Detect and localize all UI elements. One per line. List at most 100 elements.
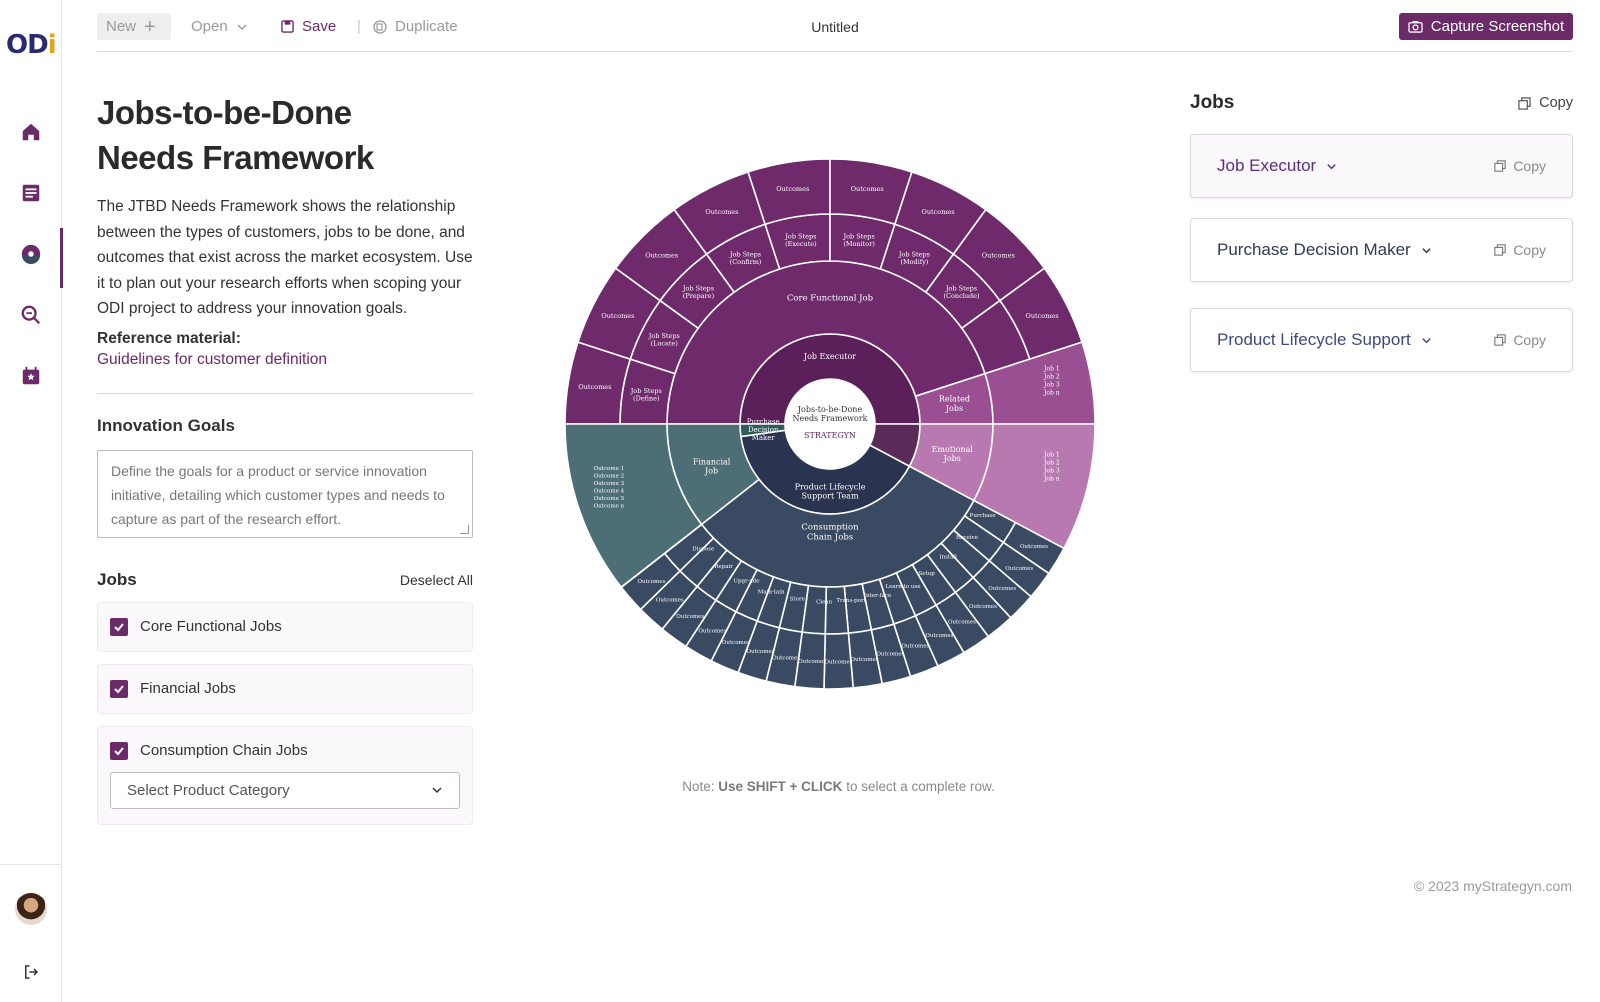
emotional-job-item: Job 2 xyxy=(1043,460,1060,467)
capture-label: Capture Screenshot xyxy=(1430,18,1565,35)
duplicate-button[interactable]: Duplicate xyxy=(373,13,458,40)
financial-outcome-item: Outcome n xyxy=(594,504,625,510)
consumption-chain-step-label: Learn to use xyxy=(885,584,920,590)
consumption-step-segment[interactable] xyxy=(824,585,850,635)
home-icon[interactable] xyxy=(16,117,46,147)
checkbox-checked-icon[interactable] xyxy=(110,679,128,698)
consumption-outcome-label: Outcomes xyxy=(722,640,750,646)
save-icon xyxy=(281,20,294,33)
note-suffix: to select a complete row. xyxy=(846,779,995,794)
innovation-goals-title: Innovation Goals xyxy=(97,415,235,435)
job-option-consumption[interactable]: Consumption Chain Jobs Select Product Ca… xyxy=(97,725,473,825)
card-copy-label: Copy xyxy=(1513,332,1546,348)
deselect-all-button[interactable]: Deselect All xyxy=(400,572,473,588)
job-option-core[interactable]: Core Functional Jobs xyxy=(97,601,473,652)
chevron-down-icon[interactable] xyxy=(1326,161,1337,172)
reference-link[interactable]: Guidelines for customer definition xyxy=(97,351,473,369)
avatar[interactable] xyxy=(15,893,47,925)
purchase-decision-maker-card[interactable]: Purchase Decision Maker Copy xyxy=(1190,218,1573,282)
title-line-2: Needs Framework xyxy=(97,139,374,176)
consumption-outcome-label: Outcomes xyxy=(1020,544,1048,550)
consumption-chain-step-label: Repair xyxy=(714,564,733,570)
new-button[interactable]: New + xyxy=(97,13,171,40)
job-option-label: Consumption Chain Jobs xyxy=(140,742,308,759)
financial-job-label: Job xyxy=(704,467,718,476)
card-copy-button[interactable]: Copy xyxy=(1494,242,1546,258)
consumption-outcome-label: Outcomes xyxy=(851,657,879,663)
innovation-goals-textarea[interactable]: Define the goals for a product or servic… xyxy=(97,449,473,538)
job-executor-card[interactable]: Job Executor Copy xyxy=(1190,134,1573,198)
save-label: Save xyxy=(302,18,337,35)
consumption-outcome-label: Outcomes xyxy=(698,628,726,634)
job-step-label: (Monitor) xyxy=(843,240,875,248)
financial-outcome-item: Outcome 4 xyxy=(594,489,625,495)
copy-label: Copy xyxy=(1539,95,1573,111)
related-job-item: Job 1 xyxy=(1043,365,1060,372)
jobs-header: Jobs Deselect All xyxy=(97,570,473,590)
consumption-chain-step-label: Main-tain xyxy=(758,589,785,595)
checkbox-checked-icon[interactable] xyxy=(110,741,128,760)
chevron-down-icon[interactable] xyxy=(1421,245,1432,256)
shift-click-note: Note: Use SHIFT + CLICK to select a comp… xyxy=(576,779,1101,794)
financial-job-label: Financial xyxy=(693,457,731,466)
center-title: Needs Framework xyxy=(792,414,867,423)
right-panel: Jobs Copy Job Executor Copy Purchase Dec… xyxy=(1190,92,1573,372)
product-lifecycle-support-card[interactable]: Product Lifecycle Support Copy xyxy=(1190,308,1573,372)
outcome-label: Outcomes xyxy=(1026,312,1059,320)
pdm-label: Decision xyxy=(748,426,779,434)
toolbar-separator: | xyxy=(357,18,361,35)
duplicate-label: Duplicate xyxy=(395,18,458,35)
job-option-financial[interactable]: Financial Jobs xyxy=(97,663,473,714)
checkbox-checked-icon[interactable] xyxy=(110,617,128,636)
calendar-star-icon[interactable] xyxy=(16,361,46,391)
note-shortcut: Use SHIFT + CLICK xyxy=(718,779,843,794)
new-label: New xyxy=(106,18,137,35)
emotional-job-item: Job 1 xyxy=(1043,452,1060,459)
consumption-outcome-label: Outcomes xyxy=(656,598,684,604)
pdm-label: Purchase xyxy=(747,418,780,426)
consumption-outcome-label: Outcomes xyxy=(676,614,704,620)
save-button[interactable]: Save xyxy=(281,13,336,40)
card-copy-button[interactable]: Copy xyxy=(1494,332,1546,348)
job-step-label: (Confirm) xyxy=(730,258,762,266)
consumption-chain-step-label: Dispose xyxy=(692,546,714,552)
consumption-outcome-label: Outcomes xyxy=(1005,566,1033,572)
emotional-jobs-label: Jobs xyxy=(943,454,961,463)
copy-icon xyxy=(1518,96,1531,110)
right-header: Jobs Copy xyxy=(1190,92,1573,114)
emotional-jobs-label: Emotional xyxy=(932,445,974,454)
consumption-outcome-label: Outcomes xyxy=(901,644,929,650)
consumption-chain-label: Chain Jobs xyxy=(807,532,853,542)
outcome-label: Outcomes xyxy=(776,185,809,193)
open-button[interactable]: Open xyxy=(191,13,248,40)
financial-outcome-item: Outcome 3 xyxy=(594,481,625,487)
logout-icon[interactable] xyxy=(16,957,46,987)
consumption-outcome-label: Outcomes xyxy=(925,633,953,639)
outcome-label: Outcomes xyxy=(578,383,611,391)
center-title: Jobs-to-be-Done xyxy=(797,405,863,414)
document-icon[interactable] xyxy=(16,178,46,208)
job-option-label: Financial Jobs xyxy=(140,680,236,697)
outcome-label: Outcomes xyxy=(851,185,884,193)
chevron-down-icon[interactable] xyxy=(1421,335,1432,346)
jobs-title: Jobs xyxy=(97,569,137,589)
product-category-select[interactable]: Select Product Category xyxy=(110,771,460,809)
job-step-label: (Define) xyxy=(633,395,660,403)
job-step-label: (Prepare) xyxy=(683,292,715,300)
related-jobs-label: Jobs xyxy=(945,404,963,413)
copy-all-button[interactable]: Copy xyxy=(1518,95,1573,111)
framework-icon[interactable] xyxy=(16,239,46,269)
odi-logo[interactable]: ODi xyxy=(6,30,57,60)
active-nav-indicator xyxy=(60,228,63,288)
capture-screenshot-button[interactable]: Capture Screenshot xyxy=(1399,13,1573,40)
search-icon[interactable] xyxy=(16,300,46,330)
chevron-down-icon xyxy=(237,23,247,30)
chevron-down-icon xyxy=(432,787,442,794)
outcome-label: Outcomes xyxy=(601,312,634,320)
card-copy-button[interactable]: Copy xyxy=(1494,158,1546,174)
emotional-job-item: Job 3 xyxy=(1043,468,1060,475)
related-job-item: Job n xyxy=(1043,389,1060,396)
core-functional-label: Core Functional Job xyxy=(787,294,874,304)
related-jobs-label: Related xyxy=(939,395,970,404)
consumption-outcome-label: Outcomes xyxy=(948,620,976,626)
